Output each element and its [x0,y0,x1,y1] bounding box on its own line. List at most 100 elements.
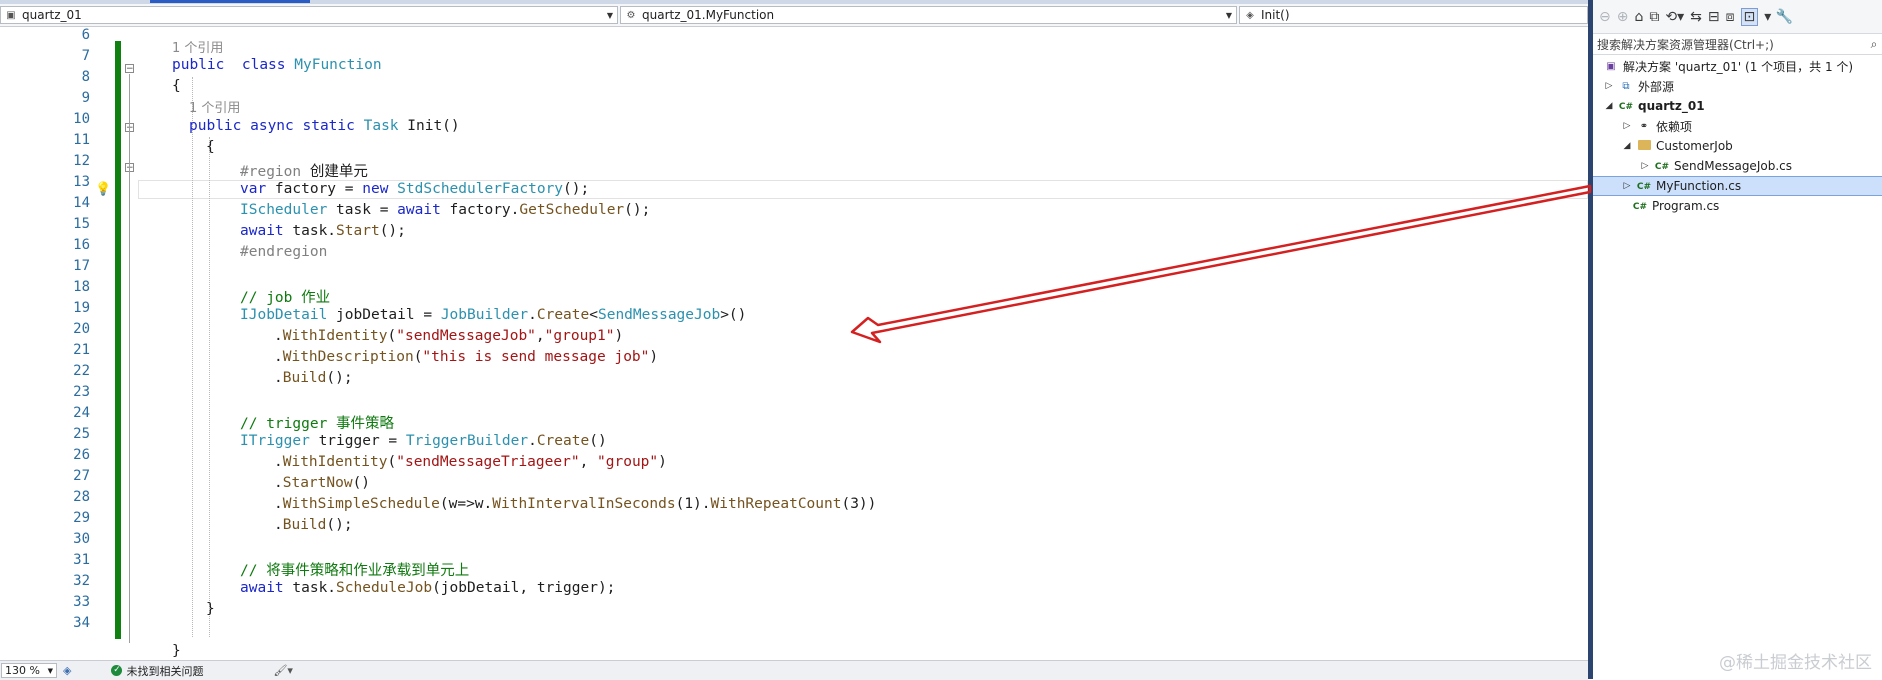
project-dropdown-label: quartz_01 [22,8,82,22]
line-number: 30 [73,531,90,547]
expand-arrow-icon[interactable]: ▷ [1622,121,1632,131]
tree-item-project[interactable]: ◢ C# quartz_01 [1593,96,1882,116]
line-number: 34 [73,615,90,631]
line-number: 21 [73,342,90,358]
line-number: 28 [73,489,90,505]
lightbulb-icon[interactable]: 💡 [95,182,111,197]
tree-item-label: 外部源 [1638,79,1675,94]
line-number: 22 [73,363,90,379]
line-number: 6 [81,27,90,43]
zoom-level: 130 % [5,664,40,677]
line-number: 17 [73,258,90,274]
collapse-arrow-icon[interactable]: ◢ [1622,141,1632,151]
fold-line [129,74,130,643]
line-number: 33 [73,594,90,610]
code-line-24: ITrigger trigger = TriggerBuilder.Create… [240,433,607,449]
tree-item-file[interactable]: C# Program.cs [1593,196,1882,216]
class-dropdown[interactable]: ⚙ quartz_01.MyFunction ▼ [620,6,1237,24]
tree-item-file[interactable]: ▷ C# SendMessageJob.cs [1593,156,1882,176]
code-line-26: .StartNow() [274,475,371,491]
project-dropdown[interactable]: ▣ quartz_01 ▼ [0,6,618,24]
code-editor[interactable]: 6 7 8 9 10 11 12 13 14 15 16 17 18 19 20 21 22 23 24 25 26 27… [0,27,1588,660]
chevron-down-icon: ▼ [47,666,53,675]
issues-status[interactable]: 未找到相关问题 [126,663,203,679]
line-number: 23 [73,384,90,400]
back-icon[interactable]: ⊖ [1599,9,1611,25]
code-line-23: // trigger 事件策略 [240,416,395,432]
folder-icon [1636,139,1652,153]
solution-explorer-toolbar: ⊖ ⊕ ⌂ ⧉ ⟲▾ ⇆ ⊟ ⧈ ⊡ ▾ 🔧 [1593,0,1882,34]
code-line-25: .WithIdentity("sendMessageTriageer", "gr… [274,454,667,470]
line-number: 8 [81,69,90,85]
zoom-dropdown[interactable]: 130 % ▼ [1,663,57,678]
member-dropdown[interactable]: ◈ Init() [1239,6,1588,24]
line-number: 29 [73,510,90,526]
code-line-11: #region 创建单元 [240,164,368,180]
code-line-34: } [172,643,181,659]
reference-count[interactable]: 1 个引用 [189,97,240,116]
code-line-30: // 将事件策略和作业承载到单元上 [240,563,470,579]
line-number: 10 [73,111,90,127]
check-icon: ✓ [111,665,123,676]
expand-arrow-icon[interactable]: ▷ [1640,161,1650,171]
search-icon: ⌕ [1870,36,1878,51]
history-icon[interactable]: ⟲▾ [1665,9,1684,25]
fold-toggle-class[interactable]: − [125,64,134,74]
line-number: 20 [73,321,90,337]
code-line-8: { [172,78,181,94]
collapse-all-icon[interactable]: ⊟ [1708,9,1720,25]
active-tab-indicator [150,0,310,3]
code-line-19: .WithIdentity("sendMessageJob","group1") [274,328,624,344]
line-number: 18 [73,279,90,295]
track-active-icon[interactable]: ⊡ [1740,7,1759,26]
code-line-15: #endregion [240,244,328,260]
dependencies-icon: ⚭ [1639,120,1649,132]
tree-item-dependencies[interactable]: ▷ ⚭ 依赖项 [1593,116,1882,136]
tree-item-file-selected[interactable]: ▷ C# MyFunction.cs [1593,176,1882,196]
switch-views-icon[interactable]: ⧉ [1649,9,1659,25]
indent-guide [192,77,193,637]
csharp-file-icon: C# [1632,201,1648,212]
code-line-31: await task.ScheduleJob(jobDetail, trigge… [240,580,616,596]
tree-item-label: CustomerJob [1656,139,1733,153]
external-source-icon: ⧉ [1622,80,1630,92]
tree-item-label: MyFunction.cs [1656,179,1742,193]
properties-icon[interactable]: ▾ 🔧 [1764,9,1793,25]
forward-icon[interactable]: ⊕ [1617,9,1629,25]
code-line-12: var factory = new StdSchedulerFactory(); [240,181,590,197]
class-dropdown-label: quartz_01.MyFunction [642,8,775,22]
code-line-18: IJobDetail jobDetail = JobBuilder.Create… [240,307,747,323]
line-number: 25 [73,426,90,442]
expand-arrow-icon[interactable]: ▷ [1622,181,1632,191]
line-number: 31 [73,552,90,568]
class-icon: ⚙ [626,9,636,21]
code-line-32: } [206,601,215,617]
line-number: 7 [81,48,90,64]
sync-icon[interactable]: ⇆ [1690,9,1702,25]
line-number: 11 [73,132,90,148]
tree-item-external-sources[interactable]: ▷ ⧉ 外部源 [1593,76,1882,96]
show-all-files-icon[interactable]: ⧈ [1726,9,1735,25]
code-line-7: public class MyFunction [172,57,382,73]
line-number: 26 [73,447,90,463]
tree-item-folder[interactable]: ◢ CustomerJob [1593,136,1882,156]
line-number: 32 [73,573,90,589]
git-icon[interactable]: ◈ [63,664,71,677]
home-icon[interactable]: ⌂ [1634,9,1643,25]
member-dropdown-label: Init() [1261,8,1290,22]
solution-node[interactable]: ▣ 解决方案 'quartz_01' (1 个项目，共 1 个) [1593,56,1882,76]
line-number: 27 [73,468,90,484]
code-line-20: .WithDescription("this is send message j… [274,349,659,365]
brush-icon[interactable]: 🖌▾ [273,664,293,677]
csharp-project-icon: ▣ [6,9,16,21]
reference-count[interactable]: 1 个引用 [172,37,223,56]
tree-item-label: 依赖项 [1656,119,1693,134]
line-number: 13 [73,174,90,190]
navigation-bar: ▣ quartz_01 ▼ ⚙ quartz_01.MyFunction ▼ ◈… [0,4,1588,27]
collapse-arrow-icon[interactable]: ◢ [1604,101,1614,111]
code-line-14: await task.Start(); [240,223,406,239]
code-line-17: // job 作业 [240,290,331,306]
expand-arrow-icon[interactable]: ▷ [1604,81,1614,91]
solution-search[interactable]: 搜索解决方案资源管理器(Ctrl+;) ⌕ [1593,34,1882,55]
tree-item-label: Program.cs [1652,199,1720,213]
